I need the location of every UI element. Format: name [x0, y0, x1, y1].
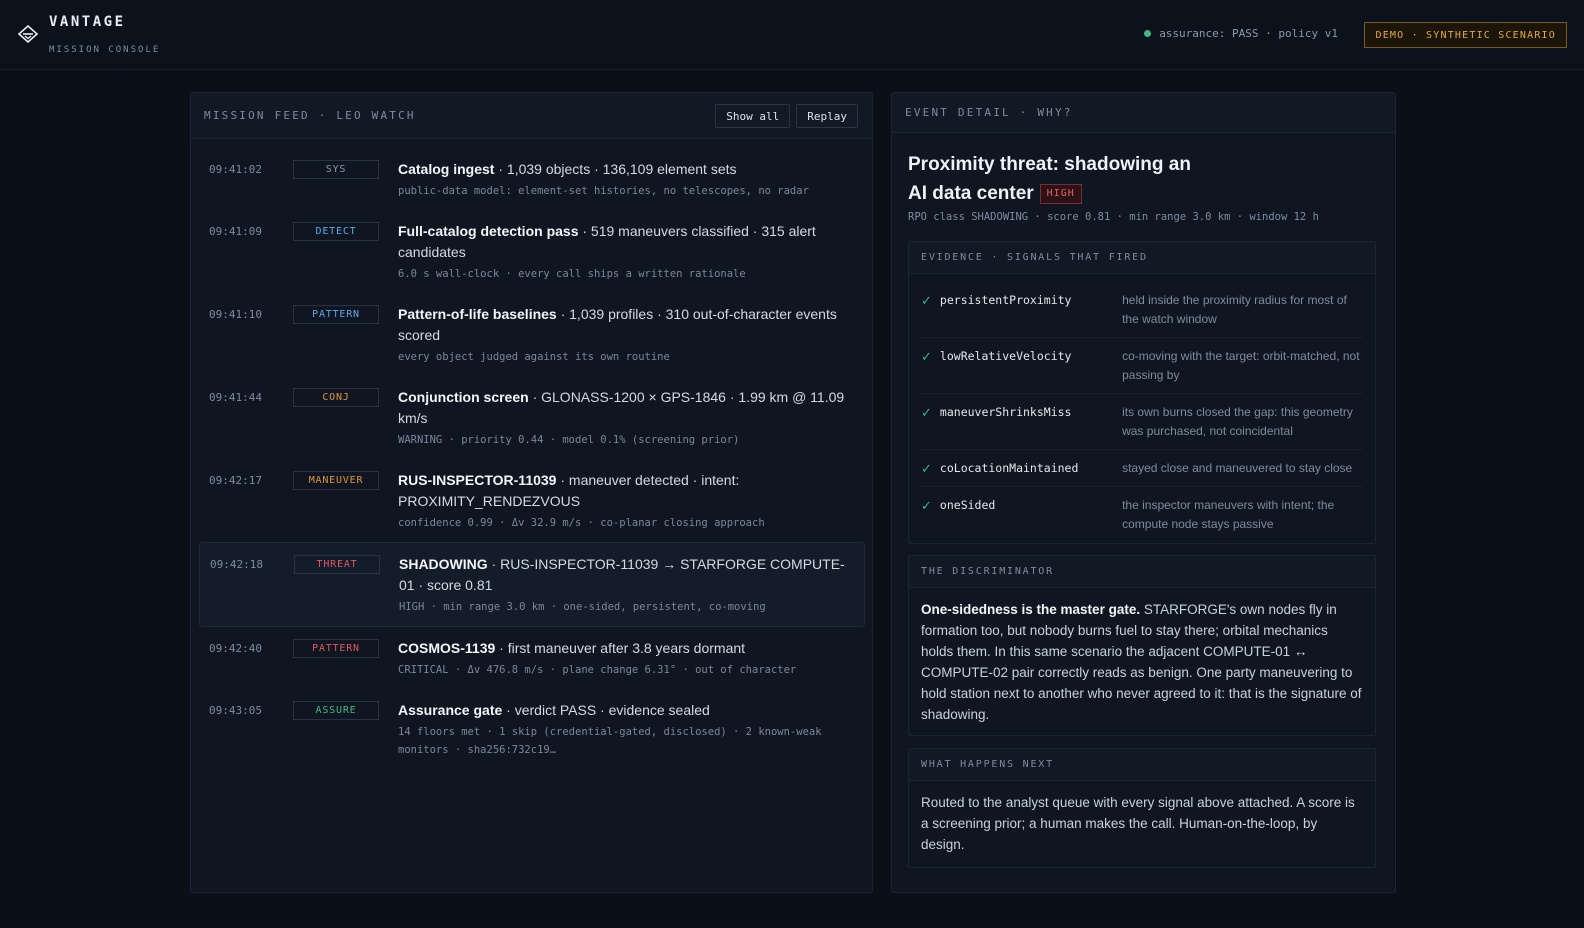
evidence-signal-name: oneSided — [939, 498, 996, 512]
evidence-row: ✓ oneSided the inspector maneuvers with … — [921, 487, 1363, 542]
event-detail-title: EVENT DETAIL · WHY? — [905, 106, 1073, 119]
brand-name: VANTAGE — [49, 14, 126, 30]
feed-list: 09:41:02 SYS Catalog ingest · 1,039 obje… — [199, 148, 865, 769]
feed-row-time: 09:42:17 — [209, 474, 262, 487]
feed-row-tag: DETECT — [293, 222, 379, 241]
feed-row-time: 09:41:09 — [209, 225, 262, 238]
evidence-card-title: EVIDENCE · SIGNALS THAT FIRED — [909, 242, 1375, 274]
check-icon: ✓ — [921, 498, 932, 513]
what-happens-next-title: WHAT HAPPENS NEXT — [909, 749, 1375, 781]
brand-subtitle: MISSION CONSOLE — [49, 45, 161, 55]
feed-row-tag: ASSURE — [293, 701, 379, 720]
assurance-status-text: assurance: PASS · policy v1 — [1159, 27, 1338, 40]
check-icon: ✓ — [921, 293, 932, 308]
feed-row-tag: MANEUVER — [293, 471, 379, 490]
check-icon: ✓ — [921, 349, 932, 364]
feed-row-threat-selected[interactable]: 09:42:18 THREAT SHADOWING · RUS-INSPECTO… — [199, 542, 865, 627]
feed-row-sub: every object judged against its own rout… — [398, 351, 670, 363]
evidence-signal-desc: the inspector maneuvers with intent; the… — [1122, 498, 1335, 531]
feed-row-time: 09:41:44 — [209, 391, 262, 404]
feed-row-catalog-ingest[interactable]: 09:41:02 SYS Catalog ingest · 1,039 obje… — [199, 148, 865, 210]
mission-feed-panel: MISSION FEED · LEO WATCH Show all Replay… — [190, 92, 873, 893]
evidence-signal-desc: stayed close and maneuvered to stay clos… — [1122, 461, 1353, 475]
event-detail-panel: EVENT DETAIL · WHY? Proximity threat: sh… — [891, 92, 1396, 893]
feed-row-conjunction[interactable]: 09:41:44 CONJ Conjunction screen · GLONA… — [199, 376, 865, 459]
feed-row-sub: WARNING · priority 0.44 · model 0.1% (sc… — [398, 434, 740, 446]
feed-row-tag: SYS — [293, 160, 379, 179]
feed-row-title: Assurance gate — [398, 702, 503, 718]
feed-row-assurance-gate[interactable]: 09:43:05 ASSURE Assurance gate · verdict… — [199, 689, 865, 769]
feed-row-title: Catalog ingest — [398, 161, 495, 177]
feed-row-time: 09:43:05 — [209, 704, 262, 717]
feed-row-time: 09:41:02 — [209, 163, 262, 176]
feed-row-title: Full-catalog detection pass — [398, 223, 579, 239]
feed-row-text: · verdict PASS · evidence sealed — [502, 702, 710, 718]
feed-row-sub: 6.0 s wall-clock · every call ships a wr… — [398, 268, 746, 280]
what-happens-next-card: WHAT HAPPENS NEXT Routed to the analyst … — [908, 748, 1376, 868]
evidence-signal-name: maneuverShrinksMiss — [939, 405, 1072, 419]
discriminator-card-title: THE DISCRIMINATOR — [909, 556, 1375, 588]
event-title: Proximity threat: shadowing an AI data c… — [908, 150, 1208, 208]
mission-feed-title: MISSION FEED · LEO WATCH — [204, 109, 416, 122]
feed-row-time: 09:42:18 — [210, 558, 263, 571]
feed-row-sub: confidence 0.99 · Δv 32.9 m/s · co-plana… — [398, 517, 765, 529]
feed-row-title: Conjunction screen — [398, 389, 529, 405]
feed-row-cosmos-pattern[interactable]: 09:42:40 PATTERN COSMOS-1139 · first man… — [199, 627, 865, 689]
feed-row-sub: HIGH · min range 3.0 km · one-sided, per… — [399, 601, 766, 613]
evidence-signal-name: persistentProximity — [939, 293, 1072, 307]
discriminator-lead: One-sidedness is the master gate. — [921, 602, 1141, 617]
evidence-signal-desc: its own burns closed the gap: this geome… — [1122, 405, 1353, 438]
feed-row-detection-pass[interactable]: 09:41:09 DETECT Full-catalog detection p… — [199, 210, 865, 293]
discriminator-text: One-sidedness is the master gate. STARFO… — [909, 588, 1375, 736]
feed-row-tag: THREAT — [294, 555, 380, 574]
feed-row-tag: CONJ — [293, 388, 379, 407]
evidence-row: ✓ persistentProximity held inside the pr… — [921, 282, 1363, 338]
discriminator-body: STARFORGE's own nodes fly in formation t… — [921, 602, 1362, 722]
feed-row-title: SHADOWING — [399, 556, 488, 572]
feed-row-sub: CRITICAL · Δv 476.8 m/s · plane change 6… — [398, 664, 797, 676]
evidence-signal-desc: co-moving with the target: orbit-matched… — [1122, 349, 1360, 382]
feed-row-sub: 14 floors met · 1 skip (credential-gated… — [398, 726, 822, 756]
show-all-button[interactable]: Show all — [715, 104, 791, 128]
vantage-logo-icon — [17, 25, 39, 43]
feed-row-title: Pattern-of-life baselines — [398, 306, 557, 322]
evidence-signal-desc: held inside the proximity radius for mos… — [1122, 293, 1347, 326]
event-detail-header: EVENT DETAIL · WHY? — [892, 93, 1395, 133]
evidence-signal-name: coLocationMaintained — [939, 461, 1079, 475]
what-happens-next-text: Routed to the analyst queue with every s… — [921, 795, 1355, 852]
top-bar: VANTAGE MISSION CONSOLE assurance: PASS … — [0, 0, 1584, 70]
evidence-row: ✓ maneuverShrinksMiss its own burns clos… — [921, 394, 1363, 450]
event-meta: RPO class SHADOWING · score 0.81 · min r… — [908, 211, 1319, 223]
evidence-card: EVIDENCE · SIGNALS THAT FIRED ✓ persiste… — [908, 241, 1376, 544]
evidence-signal-name: lowRelativeVelocity — [939, 349, 1072, 363]
feed-row-time: 09:41:10 — [209, 308, 262, 321]
replay-button[interactable]: Replay — [796, 104, 858, 128]
mission-feed-header: MISSION FEED · LEO WATCH Show all Replay — [191, 93, 872, 139]
feed-row-tag: PATTERN — [293, 639, 379, 658]
feed-row-title: COSMOS-1139 — [398, 640, 496, 656]
evidence-row: ✓ coLocationMaintained stayed close and … — [921, 450, 1363, 487]
feed-row-time: 09:42:40 — [209, 642, 262, 655]
feed-row-pattern-baselines[interactable]: 09:41:10 PATTERN Pattern-of-life baselin… — [199, 293, 865, 376]
feed-row-sub: public-data model: element-set histories… — [398, 185, 809, 197]
status-dot-icon — [1144, 30, 1152, 37]
check-icon: ✓ — [921, 405, 932, 420]
discriminator-card: THE DISCRIMINATOR One-sidedness is the m… — [908, 555, 1376, 736]
assurance-status: assurance: PASS · policy v1 — [1144, 27, 1338, 40]
severity-badge: HIGH — [1039, 184, 1082, 204]
feed-row-maneuver[interactable]: 09:42:17 MANEUVER RUS-INSPECTOR-11039 · … — [199, 459, 865, 542]
feed-row-title: RUS-INSPECTOR-11039 — [398, 472, 557, 488]
feed-row-text: · first maneuver after 3.8 years dormant — [495, 640, 746, 656]
demo-badge: DEMO · SYNTHETIC SCENARIO — [1364, 22, 1567, 48]
evidence-row: ✓ lowRelativeVelocity co-moving with the… — [921, 338, 1363, 394]
feed-row-text: · 1,039 objects · 136,109 element sets — [494, 161, 737, 177]
check-icon: ✓ — [921, 461, 932, 476]
feed-row-tag: PATTERN — [293, 305, 379, 324]
